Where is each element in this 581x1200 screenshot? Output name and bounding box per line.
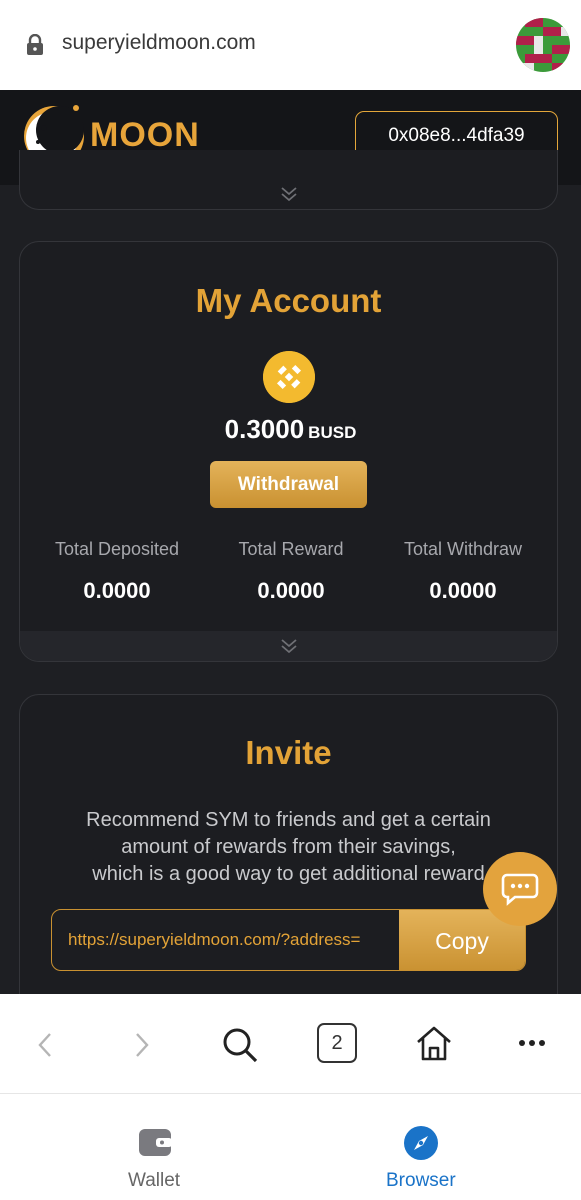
invite-description: Recommend SYM to friends and get a certa… <box>40 807 537 888</box>
browser-compass-icon[interactable] <box>404 1126 438 1160</box>
more-options-icon[interactable] <box>518 1038 546 1048</box>
stat-value-deposited: 0.0000 <box>83 578 151 603</box>
back-icon[interactable] <box>34 1031 56 1059</box>
invite-desc-line: amount of rewards from their savings, <box>121 836 456 858</box>
lock-icon <box>27 34 43 55</box>
chevron-down-icon[interactable] <box>279 638 299 654</box>
stat-value-withdraw: 0.0000 <box>429 578 497 603</box>
stat-label-withdraw: Total Withdraw <box>403 539 523 559</box>
search-icon[interactable] <box>221 1026 259 1064</box>
balance-unit: BUSD <box>308 423 357 442</box>
account-balance: 0.3000 BUSD <box>0 414 581 445</box>
stat-label-reward: Total Reward <box>238 539 344 559</box>
busd-coin-icon <box>263 351 315 403</box>
withdrawal-button[interactable]: Withdrawal <box>210 461 367 508</box>
chat-support-button[interactable] <box>483 852 557 926</box>
invite-desc-line: which is a good way to get additional re… <box>92 863 485 885</box>
chat-bubble-icon <box>501 873 539 906</box>
tabs-button[interactable]: 2 <box>317 1023 357 1063</box>
referral-link-box: https://superyieldmoon.com/?address= Cop… <box>51 909 526 971</box>
home-icon[interactable] <box>414 1023 454 1063</box>
chevron-down-icon[interactable] <box>279 186 299 202</box>
bottom-navigation <box>0 1094 581 1200</box>
invite-title: Invite <box>245 734 332 771</box>
forward-icon[interactable] <box>131 1031 153 1059</box>
invite-desc-line: Recommend SYM to friends and get a certa… <box>86 809 491 831</box>
browser-url-bar[interactable]: superyieldmoon.com <box>0 0 581 90</box>
wallet-icon[interactable] <box>138 1127 174 1159</box>
nav-wallet-label[interactable]: Wallet <box>128 1170 180 1192</box>
account-avatar[interactable] <box>516 18 570 72</box>
stat-value-reward: 0.0000 <box>257 578 325 603</box>
balance-value: 0.3000 <box>224 414 305 444</box>
my-account-title: My Account <box>195 282 382 319</box>
nav-browser-label[interactable]: Browser <box>386 1170 456 1192</box>
url-text[interactable]: superyieldmoon.com <box>62 31 256 55</box>
stat-label-deposited: Total Deposited <box>54 539 180 559</box>
referral-link-input[interactable]: https://superyieldmoon.com/?address= <box>68 930 388 950</box>
browser-toolbar <box>0 994 581 1094</box>
